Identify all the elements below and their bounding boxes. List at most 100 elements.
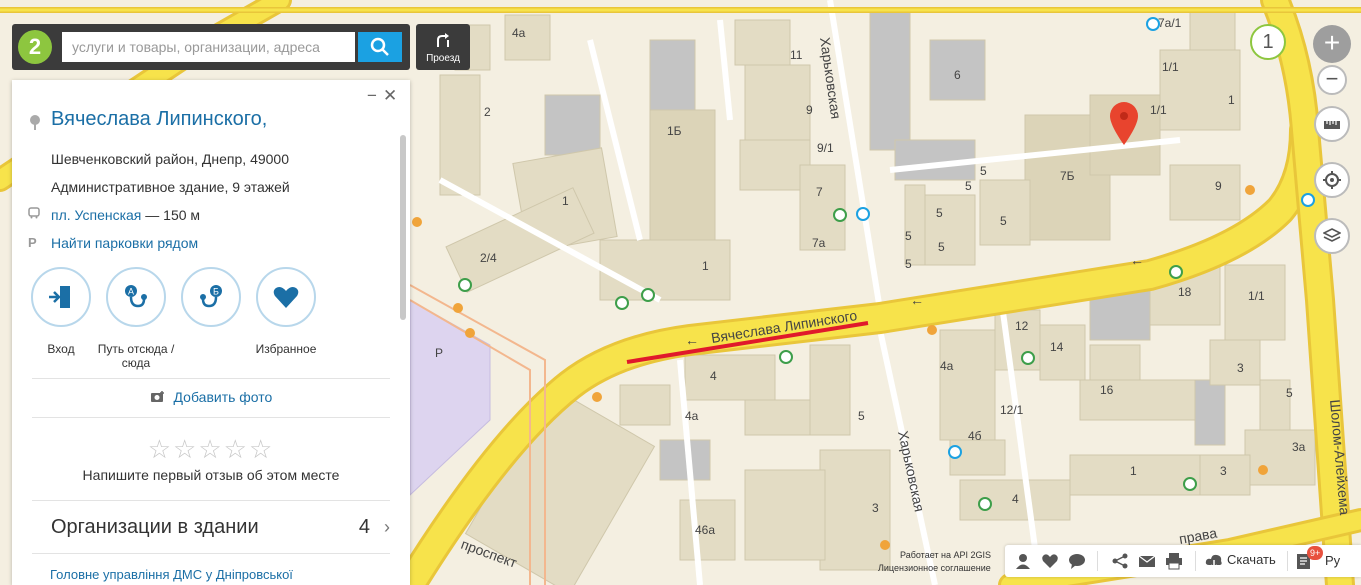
heart-icon[interactable]	[1041, 552, 1059, 570]
stop-link[interactable]: пл. Успенская	[51, 207, 141, 223]
search-bar: 2	[12, 24, 410, 70]
star-icon[interactable]: ☆	[224, 434, 249, 464]
poi-marker-icon[interactable]	[592, 392, 602, 402]
building-number-label: 5	[965, 179, 972, 193]
poi-marker-icon[interactable]	[458, 278, 472, 292]
star-icon[interactable]: ☆	[173, 434, 198, 464]
building-text: Административное здание, 9 этажей	[51, 179, 290, 195]
building-number-label: 1	[562, 194, 569, 208]
building-number-label: 9/1	[817, 141, 834, 155]
locate-button[interactable]	[1314, 162, 1350, 198]
route-button[interactable]: Проезд	[416, 24, 470, 70]
building-number-label: 5	[1000, 214, 1007, 228]
place-title[interactable]: Вячеслава Липинского,	[51, 108, 267, 131]
poi-marker-icon[interactable]	[1301, 193, 1315, 207]
poi-marker-icon[interactable]	[978, 497, 992, 511]
review-prompt[interactable]: Напишите первый отзыв об этом месте	[12, 467, 410, 483]
building-number-label: 18	[1178, 285, 1192, 299]
print-icon[interactable]	[1165, 552, 1183, 570]
license-link[interactable]: Лицензионное соглашение	[878, 563, 991, 573]
star-icon[interactable]: ☆	[249, 434, 274, 464]
poi-marker-icon[interactable]	[1183, 477, 1197, 491]
stop-distance: — 150 м	[145, 207, 201, 223]
minimize-button[interactable]: −	[367, 86, 377, 106]
building-number-label: 7Б	[1060, 169, 1075, 183]
poi-marker-icon[interactable]	[856, 207, 870, 221]
search-input[interactable]	[62, 32, 355, 62]
chat-icon[interactable]	[1068, 552, 1086, 570]
ruler-button[interactable]	[1314, 106, 1350, 142]
building-number-label: 7а/1	[1158, 16, 1182, 30]
building-number-label: 2	[484, 105, 491, 119]
building-number-label: 5	[905, 229, 912, 243]
organizations-row[interactable]: Организации в здании 4 ›	[32, 506, 390, 550]
mail-icon[interactable]	[1138, 552, 1156, 570]
api-credit[interactable]: Работает на API 2GIS	[900, 550, 991, 560]
building-number-label: 4а	[685, 409, 699, 423]
zoom-in-button[interactable]: +	[1313, 25, 1351, 63]
organization-link[interactable]: Головне управління ДМС у Дніпровської	[50, 567, 293, 582]
building-number-label: 2/4	[480, 251, 497, 265]
user-icon[interactable]	[1014, 552, 1032, 570]
language-switch[interactable]: Ру	[1325, 553, 1340, 568]
ruler-icon	[1324, 121, 1340, 129]
poi-marker-icon[interactable]	[833, 208, 847, 222]
poi-marker-icon[interactable]	[1169, 265, 1183, 279]
route-label: Проезд	[426, 53, 460, 64]
poi-marker-icon[interactable]	[1245, 185, 1255, 195]
building-number-label: 1Б	[667, 124, 682, 138]
poi-marker-icon[interactable]	[779, 350, 793, 364]
locate-icon	[1323, 171, 1341, 189]
building-number-label: 1/1	[1248, 289, 1265, 303]
building-number-label: 12	[1015, 319, 1029, 333]
building-number-label: 4	[1012, 492, 1019, 506]
download-label[interactable]: Скачать	[1227, 552, 1276, 567]
star-icon[interactable]: ☆	[198, 434, 223, 464]
route-action[interactable]: A Путь отсюда / сюда	[96, 267, 176, 370]
scrollbar[interactable]	[400, 135, 406, 320]
poi-marker-icon[interactable]	[948, 445, 962, 459]
poi-marker-icon[interactable]	[1258, 465, 1268, 475]
parking-link[interactable]: Найти парковки рядом	[51, 235, 198, 251]
download-icon[interactable]	[1205, 552, 1223, 570]
building-number-label: 4а	[940, 359, 954, 373]
2gis-logo[interactable]: 2	[18, 30, 52, 64]
nearest-stop: пл. Успенская — 150 м	[51, 207, 200, 223]
poi-marker-icon[interactable]	[641, 288, 655, 302]
search-button[interactable]	[358, 32, 402, 62]
close-button[interactable]: ✕	[383, 86, 397, 106]
favorite-action[interactable]: Избранное	[246, 267, 326, 356]
poi-marker-icon[interactable]	[927, 325, 937, 335]
bus-icon	[28, 207, 40, 222]
building-number-label: 5	[980, 164, 987, 178]
star-icon[interactable]: ☆	[148, 434, 173, 464]
poi-marker-icon[interactable]	[615, 296, 629, 310]
search-icon	[370, 37, 389, 56]
poi-marker-icon[interactable]	[412, 217, 422, 227]
building-number-label: 9	[1215, 179, 1222, 193]
add-photo-link[interactable]: Добавить фото	[12, 389, 410, 405]
poi-marker-icon[interactable]	[453, 303, 463, 313]
poi-marker-icon[interactable]	[1146, 17, 1160, 31]
building-number-label: Р	[435, 346, 443, 360]
building-number-label: 3	[1220, 464, 1227, 478]
route-to-action[interactable]: Б	[171, 267, 251, 327]
poi-marker-icon[interactable]	[880, 540, 890, 550]
layers-button[interactable]	[1314, 218, 1350, 254]
building-number-label: 5	[938, 240, 945, 254]
svg-text:Б: Б	[213, 287, 219, 297]
poi-marker-icon[interactable]	[1021, 351, 1035, 365]
svg-text:←: ←	[685, 332, 699, 348]
poi-marker-icon[interactable]	[465, 328, 475, 338]
marker-count[interactable]: 1	[1250, 24, 1286, 60]
building-number-label: 12/1	[1000, 403, 1024, 417]
separator	[1097, 551, 1098, 571]
svg-text:←: ←	[910, 292, 924, 308]
zoom-out-button[interactable]: −	[1317, 65, 1347, 95]
building-number-label: 1	[1228, 93, 1235, 107]
building-number-label: 4б	[968, 429, 982, 443]
entrance-action[interactable]: Вход	[21, 267, 101, 356]
share-icon[interactable]	[1111, 552, 1129, 570]
building-number-label: 5	[905, 257, 912, 271]
parking-icon: P	[28, 235, 37, 250]
